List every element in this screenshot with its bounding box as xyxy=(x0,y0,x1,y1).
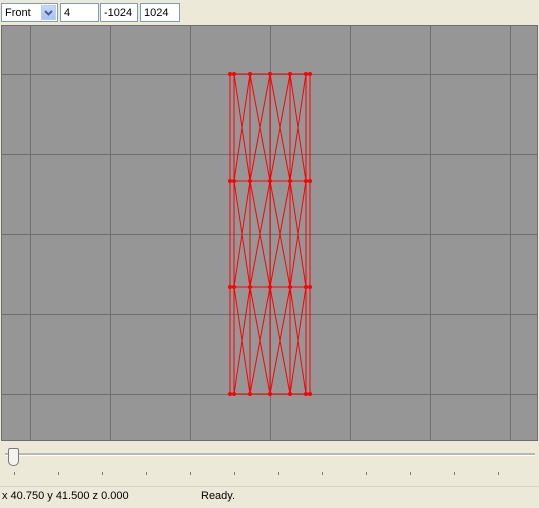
range-max-field[interactable]: 1024 xyxy=(140,3,180,22)
coordinate-readout: x 40.750 y 41.500 z 0.000 xyxy=(2,490,129,502)
grid-size-field[interactable]: 4 xyxy=(60,3,99,22)
chevron-down-icon[interactable] xyxy=(41,5,56,20)
view-select-value: Front xyxy=(5,7,31,19)
slider-tick xyxy=(366,472,367,475)
toolbar: Front 4 -1024 1024 xyxy=(0,0,539,25)
slider-tick xyxy=(410,472,411,475)
slider-tick xyxy=(498,472,499,475)
slider-thumb[interactable] xyxy=(8,448,19,466)
front-viewport[interactable] xyxy=(1,25,538,441)
slider-tick xyxy=(322,472,323,475)
frame-slider xyxy=(0,443,539,485)
status-message: Ready. xyxy=(201,490,236,502)
status-bar: x 40.750 y 41.500 z 0.000 Ready. xyxy=(0,486,539,508)
slider-tick xyxy=(14,472,15,475)
slider-tick xyxy=(278,472,279,475)
slider-track[interactable] xyxy=(5,453,535,456)
view-select[interactable]: Front xyxy=(1,3,58,22)
slider-tick xyxy=(234,472,235,475)
slider-tick xyxy=(58,472,59,475)
slider-tick xyxy=(454,472,455,475)
mesh-wireframe xyxy=(229,73,311,395)
slider-tick xyxy=(102,472,103,475)
slider-tick xyxy=(146,472,147,475)
range-min-field[interactable]: -1024 xyxy=(100,3,138,22)
slider-tick xyxy=(190,472,191,475)
